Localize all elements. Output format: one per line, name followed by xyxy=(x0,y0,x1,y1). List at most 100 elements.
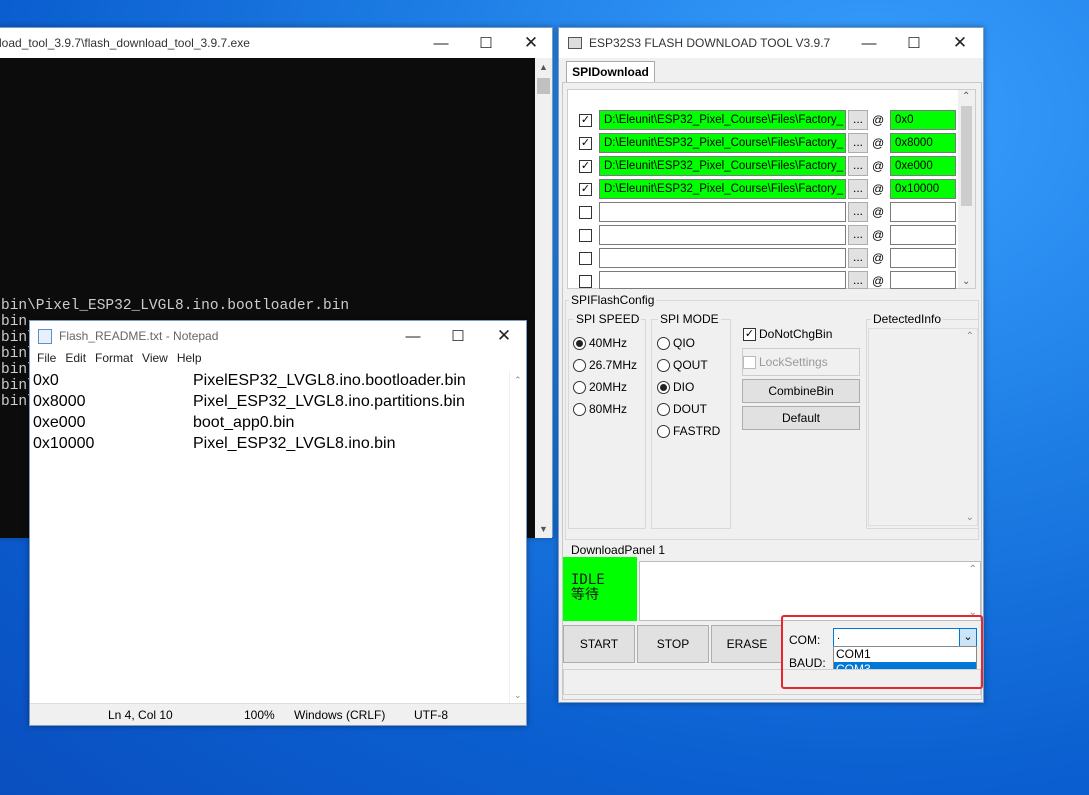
radio-button-icon[interactable] xyxy=(573,336,586,350)
file-checkbox[interactable] xyxy=(579,252,592,265)
scroll-thumb[interactable] xyxy=(537,78,550,94)
combine-bin-button[interactable]: CombineBin xyxy=(742,379,860,403)
radio-button-icon[interactable] xyxy=(657,336,670,350)
radio-button-icon[interactable] xyxy=(657,424,670,438)
notepad-scrollbar[interactable]: ⌃ ⌄ xyxy=(509,371,526,703)
notepad-text-area[interactable]: 0x0 PixelESP32_LVGL8.ino.bootloader.bin 0… xyxy=(30,371,509,703)
detected-info-box: ⌃ ⌄ xyxy=(868,328,978,526)
browse-button[interactable]: ... xyxy=(848,156,868,176)
address-input[interactable]: 0x0 xyxy=(890,110,956,130)
address-input[interactable]: 0x10000 xyxy=(890,179,956,199)
checkbox-icon[interactable]: ✓ xyxy=(743,327,756,341)
browse-button[interactable]: ... xyxy=(848,133,868,153)
radio-fastrd[interactable]: FASTRD xyxy=(657,424,720,438)
maximize-icon[interactable]: ☐ xyxy=(891,28,937,58)
file-row: ✓ D:\Eleunit\ESP32_Pixel_Course\Files\Fa… xyxy=(568,133,975,155)
file-path-input[interactable] xyxy=(599,248,846,268)
scroll-down-icon[interactable]: ⌄ xyxy=(962,276,970,287)
scroll-up-icon[interactable]: ⌃ xyxy=(966,331,974,342)
spi-flash-config-title: SPIFlashConfig xyxy=(569,293,657,307)
scroll-up-icon[interactable]: ⌃ xyxy=(969,564,977,575)
browse-button[interactable]: ... xyxy=(848,179,868,199)
menu-view[interactable]: View xyxy=(142,351,168,371)
radio-dio[interactable]: DIO xyxy=(657,380,694,394)
file-checkbox[interactable] xyxy=(579,275,592,288)
file-checkbox[interactable]: ✓ xyxy=(579,183,592,196)
browse-button[interactable]: ... xyxy=(848,110,868,130)
radio-26-7mhz[interactable]: 26.7MHz xyxy=(573,358,637,372)
file-path-input[interactable]: D:\Eleunit\ESP32_Pixel_Course\Files\Fact… xyxy=(599,156,846,176)
tab-spidownload[interactable]: SPIDownload xyxy=(566,61,655,83)
file-list-scrollbar[interactable]: ⌃ ⌄ xyxy=(958,90,975,288)
radio-qio[interactable]: QIO xyxy=(657,336,695,350)
radio-qout[interactable]: QOUT xyxy=(657,358,708,372)
status-waiting-text: 等待 xyxy=(571,587,599,603)
address-input[interactable] xyxy=(890,225,956,245)
file-checkbox[interactable] xyxy=(579,206,592,219)
file-checkbox[interactable]: ✓ xyxy=(579,114,592,127)
console-scrollbar[interactable]: ▲ ▼ xyxy=(535,58,552,538)
address-input[interactable]: 0x8000 xyxy=(890,133,956,153)
radio-button-icon[interactable] xyxy=(657,358,670,372)
radio-40mhz[interactable]: 40MHz xyxy=(573,336,627,350)
close-icon[interactable]: ✕ xyxy=(937,28,983,58)
address-input[interactable] xyxy=(890,271,956,289)
menu-help[interactable]: Help xyxy=(177,351,202,371)
file-checkbox[interactable]: ✓ xyxy=(579,160,592,173)
lock-settings-checkbox[interactable]: LockSettings xyxy=(743,355,828,369)
flash-tool-window: ESP32S3 FLASH DOWNLOAD TOOL V3.9.7 — ☐ ✕… xyxy=(558,27,984,703)
file-path-input[interactable]: D:\Eleunit\ESP32_Pixel_Course\Files\Fact… xyxy=(599,110,846,130)
flash-titlebar[interactable]: ESP32S3 FLASH DOWNLOAD TOOL V3.9.7 — ☐ ✕ xyxy=(559,28,983,58)
menu-edit[interactable]: Edit xyxy=(65,351,86,371)
do-not-chg-bin-checkbox[interactable]: ✓ DoNotChgBin xyxy=(743,327,832,341)
radio-dout[interactable]: DOUT xyxy=(657,402,707,416)
address-input[interactable]: 0xe000 xyxy=(890,156,956,176)
menu-format[interactable]: Format xyxy=(95,351,133,371)
default-button[interactable]: Default xyxy=(742,406,860,430)
radio-button-icon[interactable] xyxy=(657,380,670,394)
browse-button[interactable]: ... xyxy=(848,248,868,268)
radio-button-icon[interactable] xyxy=(573,380,586,394)
scroll-up-icon[interactable]: ▲ xyxy=(539,62,548,72)
maximize-icon[interactable]: ☐ xyxy=(463,28,509,58)
radio-20mhz[interactable]: 20MHz xyxy=(573,380,627,394)
file-path-input[interactable]: D:\Eleunit\ESP32_Pixel_Course\Files\Fact… xyxy=(599,179,846,199)
file-checkbox[interactable]: ✓ xyxy=(579,137,592,150)
log-output[interactable]: ⌃ ⌄ xyxy=(639,561,981,621)
scroll-down-icon[interactable]: ⌄ xyxy=(966,512,974,523)
file-checkbox[interactable] xyxy=(579,229,592,242)
radio-button-icon[interactable] xyxy=(573,358,586,372)
file-path-input[interactable] xyxy=(599,271,846,289)
address-input[interactable] xyxy=(890,248,956,268)
close-icon[interactable]: ✕ xyxy=(508,28,554,58)
at-label: @ xyxy=(872,251,885,265)
file-path-input[interactable]: D:\Eleunit\ESP32_Pixel_Course\Files\Fact… xyxy=(599,133,846,153)
radio-button-icon[interactable] xyxy=(657,402,670,416)
menu-file[interactable]: File xyxy=(37,351,56,371)
minimize-icon[interactable]: — xyxy=(390,321,436,351)
minimize-icon[interactable]: — xyxy=(846,28,892,58)
browse-button[interactable]: ... xyxy=(848,202,868,222)
minimize-icon[interactable]: — xyxy=(418,28,464,58)
close-icon[interactable]: ✕ xyxy=(481,321,527,351)
radio-80mhz[interactable]: 80MHz xyxy=(573,402,627,416)
start-button[interactable]: START xyxy=(563,625,635,663)
notepad-titlebar[interactable]: Flash_README.txt - Notepad — ☐ ✕ xyxy=(30,321,526,351)
scroll-up-icon[interactable]: ⌃ xyxy=(514,375,522,386)
erase-button[interactable]: ERASE xyxy=(711,625,783,663)
browse-button[interactable]: ... xyxy=(848,271,868,289)
scroll-down-icon[interactable]: ⌄ xyxy=(514,690,522,701)
console-titlebar[interactable]: load_tool_3.9.7\flash_download_tool_3.9.… xyxy=(0,28,552,58)
detected-info-title: DetectedInfo xyxy=(871,312,944,326)
scroll-thumb[interactable] xyxy=(961,106,972,206)
file-path-input[interactable] xyxy=(599,202,846,222)
scroll-down-icon[interactable]: ▼ xyxy=(539,524,548,534)
browse-button[interactable]: ... xyxy=(848,225,868,245)
radio-button-icon[interactable] xyxy=(573,402,586,416)
file-path-input[interactable] xyxy=(599,225,846,245)
maximize-icon[interactable]: ☐ xyxy=(435,321,481,351)
stop-button[interactable]: STOP xyxy=(637,625,709,663)
scroll-up-icon[interactable]: ⌃ xyxy=(962,91,970,102)
address-input[interactable] xyxy=(890,202,956,222)
checkbox-icon[interactable] xyxy=(743,355,756,369)
